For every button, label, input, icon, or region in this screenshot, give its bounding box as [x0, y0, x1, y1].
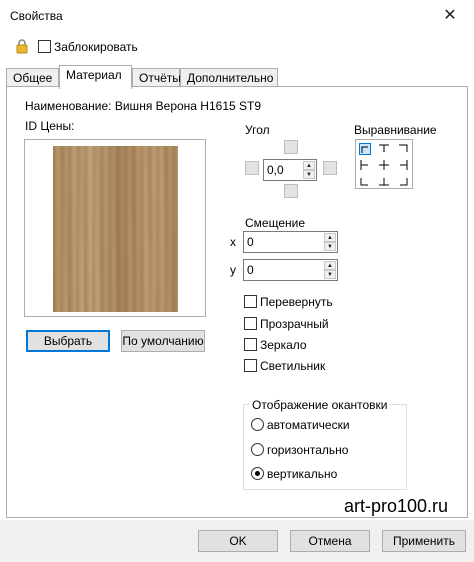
edging-auto-label: автоматически [267, 418, 350, 432]
lock-icon [14, 38, 30, 54]
lock-checkbox[interactable] [38, 40, 51, 53]
angle-stepper[interactable]: 0,0 ▲ ▼ [263, 159, 317, 181]
angle-increment[interactable]: ▲ [303, 161, 315, 170]
cancel-button[interactable]: Отмена [290, 530, 370, 552]
alignment-label: Выравнивание [354, 123, 437, 137]
close-button[interactable]: ✕ [436, 4, 464, 28]
edging-vertical-radio[interactable] [251, 467, 264, 480]
offset-y-value: 0 [247, 263, 254, 277]
ok-button[interactable]: OK [198, 530, 278, 552]
transparent-label: Прозрачный [260, 317, 329, 331]
edging-legend: Отображение окантовки [250, 398, 390, 412]
default-button[interactable]: По умолчанию [121, 330, 205, 352]
flip-checkbox[interactable] [244, 295, 257, 308]
offset-x-stepper[interactable]: 0 ▲ ▼ [243, 231, 338, 253]
align-center-icon[interactable] [378, 159, 390, 171]
offset-x-decrement[interactable]: ▼ [324, 242, 336, 251]
angle-label: Угол [245, 123, 270, 137]
offset-y-decrement[interactable]: ▼ [324, 270, 336, 279]
edging-auto-radio[interactable] [251, 418, 264, 431]
angle-value: 0,0 [267, 163, 284, 177]
alignment-grid[interactable] [355, 139, 413, 189]
angle-right-nudge[interactable] [323, 161, 337, 175]
tab-general[interactable]: Общее [6, 68, 59, 88]
align-top-right-icon[interactable] [397, 143, 409, 155]
watermark: art-pro100.ru [344, 496, 449, 516]
texture-preview-image [53, 146, 178, 312]
tab-reports[interactable]: Отчёты [132, 68, 181, 88]
align-middle-right-icon[interactable] [397, 159, 409, 171]
offset-y-label: y [230, 263, 236, 277]
lock-label: Заблокировать [54, 40, 138, 54]
offset-x-value: 0 [247, 235, 254, 249]
lamp-label: Светильник [260, 359, 326, 373]
mirror-checkbox[interactable] [244, 338, 257, 351]
offset-label: Смещение [245, 216, 306, 230]
angle-down-nudge[interactable] [284, 184, 298, 198]
apply-button[interactable]: Применить [382, 530, 466, 552]
offset-y-increment[interactable]: ▲ [324, 261, 336, 270]
angle-up-nudge[interactable] [284, 140, 298, 154]
price-id-label: ID Цены: [25, 119, 75, 133]
flip-label: Перевернуть [260, 295, 333, 309]
edging-horizontal-label: горизонтально [267, 443, 349, 457]
transparent-checkbox[interactable] [244, 317, 257, 330]
align-top-left-icon[interactable] [359, 143, 371, 155]
offset-x-label: x [230, 235, 236, 249]
edging-horizontal-radio[interactable] [251, 443, 264, 456]
angle-left-nudge[interactable] [245, 161, 259, 175]
angle-decrement[interactable]: ▼ [303, 170, 315, 179]
title-bar [0, 0, 474, 32]
tab-material[interactable]: Материал [59, 65, 132, 89]
edging-vertical-label: вертикально [267, 467, 338, 481]
align-top-center-icon[interactable] [378, 143, 390, 155]
window-title: Свойства [10, 9, 63, 23]
material-name: Наименование: Вишня Верона H1615 ST9 [25, 99, 262, 113]
align-bottom-right-icon[interactable] [397, 175, 409, 187]
mirror-label: Зеркало [260, 338, 307, 352]
align-bottom-center-icon[interactable] [378, 175, 390, 187]
lamp-checkbox[interactable] [244, 359, 257, 372]
align-bottom-left-icon[interactable] [359, 175, 371, 187]
align-middle-left-icon[interactable] [359, 159, 371, 171]
offset-x-increment[interactable]: ▲ [324, 233, 336, 242]
tab-additional[interactable]: Дополнительно [180, 68, 278, 88]
select-button[interactable]: Выбрать [26, 330, 110, 352]
offset-y-stepper[interactable]: 0 ▲ ▼ [243, 259, 338, 281]
